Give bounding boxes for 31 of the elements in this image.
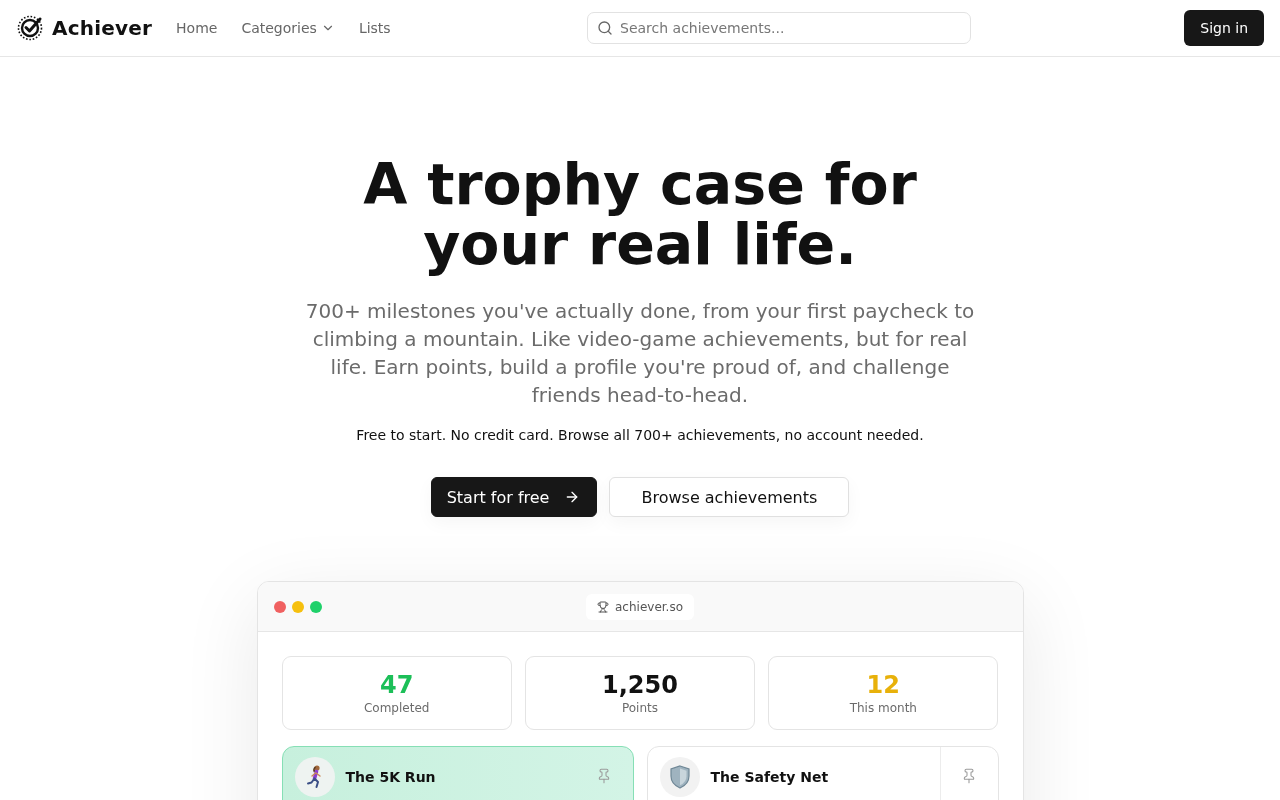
sign-in-button[interactable]: Sign in (1184, 10, 1264, 46)
shield-icon (659, 757, 700, 797)
trophy-icon (597, 601, 609, 613)
hero-note: Free to start. No credit card. Browse all 700+ achievements, no account needed. (356, 427, 924, 443)
stat-label: Completed (363, 701, 430, 715)
browse-button[interactable]: Browse achievements (609, 477, 850, 517)
search-icon (597, 20, 613, 36)
runner-icon (294, 757, 335, 797)
brand-name: Achiever (52, 16, 153, 40)
hero-description: 700+ milestones you've actually done, from your first paycheck to climbing a mountain. Like video-game achievements, but for real life. Earn points, build a profile you're proud of, and challenge friends head-to-head. (304, 298, 976, 409)
pin-button[interactable] (596, 768, 612, 784)
url-text: achiever.so (615, 600, 683, 614)
stat-value: 47 (379, 671, 414, 699)
pin-icon (596, 768, 612, 784)
achievement-title: The 5K Run (345, 769, 436, 785)
nav-link[interactable]: Home (176, 20, 218, 36)
hero-heading: A trophy case for your real life. (362, 154, 918, 274)
search-field[interactable]: Search achievements... (587, 12, 971, 44)
logo-icon (17, 15, 43, 41)
start-button[interactable]: Start for free (430, 477, 598, 517)
pin-button[interactable] (961, 768, 977, 784)
pin-icon (961, 768, 977, 784)
stat-label: Points (621, 701, 658, 715)
nav-dropdown[interactable]: Categories (241, 20, 335, 36)
achievement-card[interactable]: The 5K Run (281, 746, 634, 800)
stat-value: 12 (866, 671, 900, 699)
nav-link[interactable]: Lists (358, 20, 391, 36)
achievement-card[interactable]: The Safety Net (646, 746, 999, 800)
achievement-title: The Safety Net (710, 769, 829, 785)
stat-value: 1,250 (602, 671, 678, 699)
stat-label: This month (849, 701, 917, 715)
